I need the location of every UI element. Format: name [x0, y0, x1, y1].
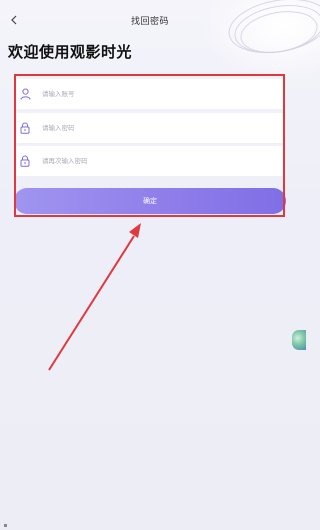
floating-assistant-icon[interactable] — [292, 330, 306, 350]
page-title: 找回密码 — [130, 17, 169, 27]
annotation-highlight-box — [14, 74, 285, 217]
arrow-shaft — [48, 235, 135, 371]
corner-marker — [4, 524, 7, 527]
arrow-head — [129, 223, 141, 238]
nav-header: 找回密码 — [0, 0, 300, 42]
welcome-heading: 欢迎使用观影时光 — [8, 43, 133, 61]
